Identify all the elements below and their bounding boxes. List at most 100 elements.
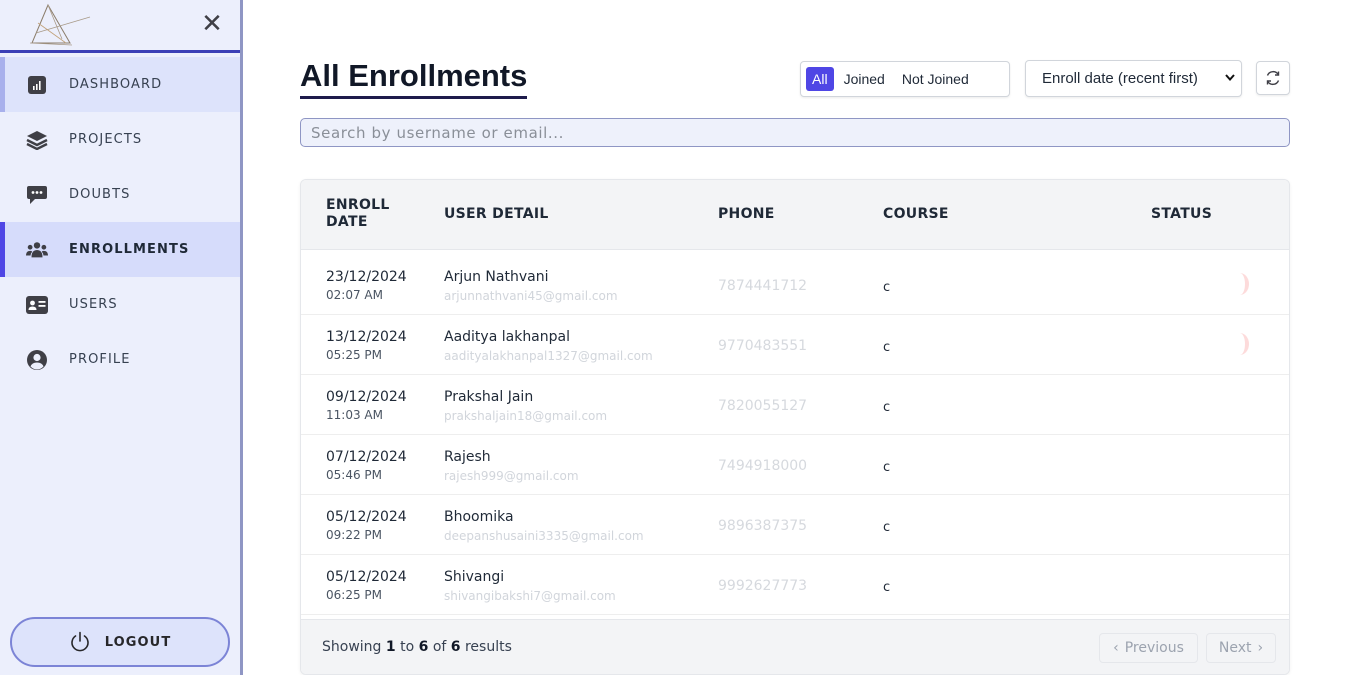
table-row[interactable]: 23/12/2024 02:07 AM Arjun Nathvani arjun… <box>301 255 1289 315</box>
sort-select-value: Enroll date (recent first) <box>1042 70 1198 87</box>
enroll-date: 13/12/2024 <box>326 329 407 345</box>
power-icon <box>70 631 89 652</box>
summary-total: 6 <box>450 639 461 655</box>
search-input[interactable] <box>300 118 1290 147</box>
user-email: shivangibakshi7@gmail.com <box>444 589 616 603</box>
course-name: c <box>883 580 891 595</box>
course-name: c <box>883 340 891 355</box>
course-name: c <box>883 520 891 535</box>
column-header-enroll-date[interactable]: ENROLL DATE <box>326 197 390 231</box>
sort-select[interactable]: Enroll date (recent first) <box>1025 60 1242 97</box>
column-header-phone[interactable]: PHONE <box>718 206 775 223</box>
next-label: Next <box>1218 640 1252 656</box>
pagination-summary: Showing 1 to 6 of 6 results <box>322 639 512 655</box>
column-header-enroll-line2: DATE <box>326 214 368 230</box>
sidebar-item-label: PROJECTS <box>69 132 143 147</box>
chevron-left-icon: ‹ <box>1113 640 1119 656</box>
sidebar-item-label: DOUBTS <box>69 187 131 202</box>
course-name: c <box>883 460 891 475</box>
chevron-down-icon <box>1225 72 1235 84</box>
filter-segmented-control: All Joined Not Joined <box>800 61 1010 97</box>
user-phone: 7494918000 <box>718 458 808 474</box>
summary-of-word: of <box>432 639 447 655</box>
sidebar-item-doubts[interactable]: DOUBTS <box>0 167 240 222</box>
logo <box>29 3 91 46</box>
table-row[interactable]: 07/12/2024 05:46 PM Rajesh rajesh999@gma… <box>301 435 1289 495</box>
sidebar-nav: DASHBOARD PROJECTS DOUBTS ENROLLMENTS US… <box>0 57 240 387</box>
user-name: Aaditya lakhanpal <box>444 329 570 345</box>
sidebar-item-label: DASHBOARD <box>69 77 163 92</box>
filter-not-joined-button[interactable]: Not Joined <box>895 67 976 91</box>
user-phone: 7874441712 <box>718 278 808 294</box>
enroll-time: 05:25 PM <box>326 348 382 362</box>
sidebar: ✕ DASHBOARD PROJECTS DOUBTS ENROLLMENTS <box>0 0 243 675</box>
previous-label: Previous <box>1124 640 1184 656</box>
sidebar-item-dashboard[interactable]: DASHBOARD <box>0 57 240 112</box>
user-name: Prakshal Jain <box>444 389 534 405</box>
user-name: Rajesh <box>444 449 491 465</box>
user-phone: 9770483551 <box>718 338 808 354</box>
layers-icon <box>26 129 48 151</box>
column-header-user-detail[interactable]: USER DETAIL <box>444 206 549 223</box>
table-row[interactable]: 09/12/2024 11:03 AM Prakshal Jain praksh… <box>301 375 1289 435</box>
user-name: Shivangi <box>444 569 505 585</box>
column-header-status[interactable]: STATUS <box>1151 206 1212 223</box>
chevron-right-icon: › <box>1257 640 1264 656</box>
enroll-date: 09/12/2024 <box>326 389 407 405</box>
sidebar-item-projects[interactable]: PROJECTS <box>0 112 240 167</box>
enroll-date: 23/12/2024 <box>326 269 407 285</box>
sidebar-item-users[interactable]: USERS <box>0 277 240 332</box>
id-card-icon <box>26 294 48 316</box>
refresh-button[interactable] <box>1256 61 1290 95</box>
course-name: c <box>883 280 891 295</box>
enroll-time: 11:03 AM <box>326 408 383 422</box>
enroll-time: 06:25 PM <box>326 588 382 602</box>
enroll-time: 05:46 PM <box>326 468 382 482</box>
enroll-time: 09:22 PM <box>326 528 382 542</box>
table-footer: Showing 1 to 6 of 6 results ‹ Previous N… <box>301 619 1289 674</box>
status-indicator <box>1231 333 1249 355</box>
user-email: deepanshusaini3335@gmail.com <box>444 529 644 543</box>
user-email: arjunnathvani45@gmail.com <box>444 289 618 303</box>
summary-to: 6 <box>418 639 429 655</box>
user-phone: 9992627773 <box>718 578 808 594</box>
filter-joined-button[interactable]: Joined <box>837 67 892 91</box>
sidebar-item-enrollments[interactable]: ENROLLMENTS <box>0 222 240 277</box>
previous-button[interactable]: ‹ Previous <box>1099 633 1198 663</box>
chat-icon <box>26 184 48 206</box>
summary-suffix: results <box>464 639 512 655</box>
status-indicator <box>1231 273 1249 295</box>
user-phone: 9896387375 <box>718 518 808 534</box>
user-email: aadityalakhanpal1327@gmail.com <box>444 349 653 363</box>
sidebar-header: ✕ <box>0 0 240 53</box>
column-header-course[interactable]: COURSE <box>883 206 949 223</box>
user-name: Arjun Nathvani <box>444 269 549 285</box>
user-name: Bhoomika <box>444 509 514 525</box>
logout-label: LOGOUT <box>104 634 172 650</box>
refresh-icon <box>1266 70 1280 86</box>
table-row[interactable]: 13/12/2024 05:25 PM Aaditya lakhanpal aa… <box>301 315 1289 375</box>
summary-prefix: Showing <box>322 639 382 655</box>
sidebar-item-label: PROFILE <box>69 352 131 367</box>
summary-to-word: to <box>400 639 415 655</box>
next-button[interactable]: Next › <box>1206 633 1276 663</box>
user-email: rajesh999@gmail.com <box>444 469 579 483</box>
user-circle-icon <box>26 349 48 371</box>
enroll-date: 05/12/2024 <box>326 569 407 585</box>
enroll-time: 02:07 AM <box>326 288 383 302</box>
summary-from: 1 <box>385 639 396 655</box>
table-row[interactable]: 05/12/2024 06:25 PM Shivangi shivangibak… <box>301 555 1289 615</box>
sidebar-item-profile[interactable]: PROFILE <box>0 332 240 387</box>
logout-button[interactable]: LOGOUT <box>10 617 230 667</box>
close-icon[interactable]: ✕ <box>200 11 224 37</box>
users-group-icon <box>26 239 48 261</box>
filter-all-button[interactable]: All <box>806 67 834 91</box>
course-name: c <box>883 400 891 415</box>
table-row[interactable]: 05/12/2024 09:22 PM Bhoomika deepanshusa… <box>301 495 1289 555</box>
sidebar-item-label: USERS <box>69 297 118 312</box>
enroll-date: 07/12/2024 <box>326 449 407 465</box>
user-phone: 7820055127 <box>718 398 808 414</box>
enroll-date: 05/12/2024 <box>326 509 407 525</box>
user-email: prakshaljain18@gmail.com <box>444 409 608 423</box>
enrollments-table: ENROLL DATE USER DETAIL PHONE COURSE STA… <box>300 179 1290 675</box>
